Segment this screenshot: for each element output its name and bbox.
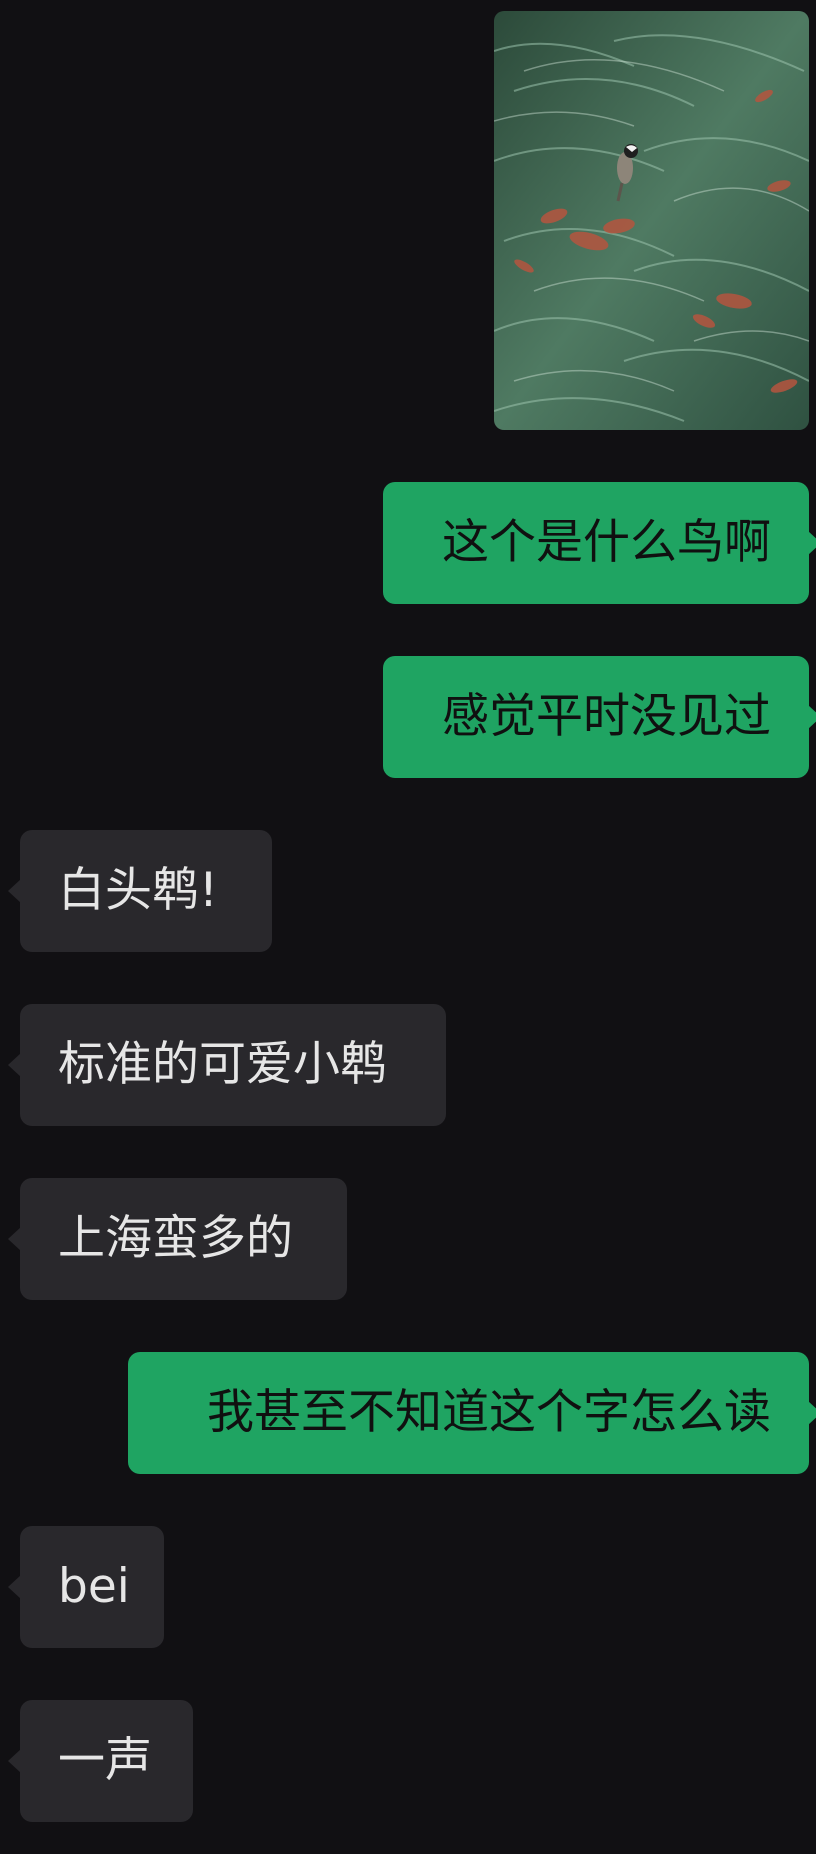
- message-image-bird[interactable]: [494, 11, 809, 430]
- incoming-message[interactable]: 上海蛮多的: [8, 1178, 347, 1300]
- chat-thread: 这个是什么鸟啊 感觉平时没见过 白头鹎! 标准的可爱小鹎 上海蛮多的 我甚至不知…: [0, 0, 816, 1854]
- message-text: 一声: [58, 1733, 152, 1788]
- message-text: 标准的可爱小鹎: [58, 1037, 387, 1092]
- message-text: 我甚至不知道这个字怎么读: [207, 1385, 771, 1440]
- outgoing-message[interactable]: 感觉平时没见过: [383, 656, 816, 778]
- message-text: 这个是什么鸟啊: [442, 515, 771, 570]
- outgoing-message[interactable]: 我甚至不知道这个字怎么读: [128, 1352, 816, 1474]
- message-text: bei: [58, 1559, 130, 1614]
- outgoing-message[interactable]: 这个是什么鸟啊: [383, 482, 816, 604]
- message-text: 白头鹎!: [58, 863, 218, 918]
- incoming-message[interactable]: 一声: [8, 1700, 193, 1822]
- message-text: 上海蛮多的: [58, 1211, 293, 1266]
- incoming-message[interactable]: 白头鹎!: [8, 830, 272, 952]
- incoming-message[interactable]: bei: [8, 1526, 164, 1648]
- bird-in-grass-photo: [494, 11, 809, 430]
- message-text: 感觉平时没见过: [442, 689, 771, 744]
- incoming-message[interactable]: 标准的可爱小鹎: [8, 1004, 446, 1126]
